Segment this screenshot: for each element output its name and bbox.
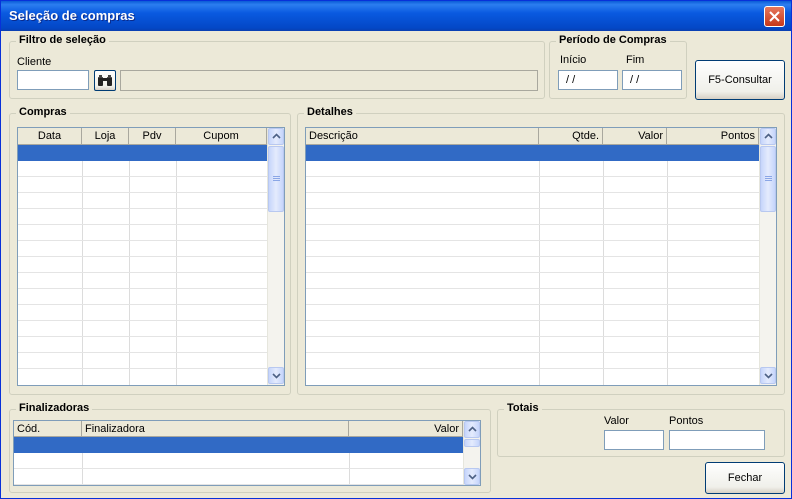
table-row[interactable]	[18, 241, 267, 257]
inicio-label: Início	[560, 54, 587, 66]
scroll-thumb[interactable]	[760, 146, 776, 212]
table-row[interactable]	[14, 453, 463, 469]
cliente-input[interactable]	[17, 70, 89, 90]
periodo-group: Período de Compras Início Fim	[549, 34, 687, 99]
fim-label: Fim	[626, 54, 645, 66]
consultar-button[interactable]: F5-Consultar	[695, 60, 785, 100]
scroll-up-button[interactable]	[268, 128, 284, 145]
table-row[interactable]	[306, 289, 759, 305]
table-row[interactable]	[306, 337, 759, 353]
chevron-up-icon	[764, 133, 773, 139]
compras-header: Data Loja Pdv Cupom	[18, 128, 267, 145]
col-valor[interactable]: Valor	[603, 128, 667, 145]
table-row[interactable]	[18, 353, 267, 369]
chevron-up-icon	[272, 133, 281, 139]
table-row[interactable]	[306, 225, 759, 241]
col-valor[interactable]: Valor	[349, 421, 463, 437]
table-row[interactable]	[306, 273, 759, 289]
table-row[interactable]	[306, 353, 759, 369]
totais-group: Totais Valor Pontos	[497, 402, 785, 457]
table-row[interactable]	[306, 161, 759, 177]
pontos-label: Pontos	[669, 415, 704, 427]
cliente-name-display	[120, 70, 538, 91]
compras-group: Compras Data Loja Pdv Cupom	[9, 106, 291, 395]
table-row[interactable]	[306, 209, 759, 225]
table-row[interactable]	[306, 177, 759, 193]
table-row[interactable]	[18, 305, 267, 321]
selecao-compras-window: Seleção de compras Filtro de seleção Cli…	[0, 0, 792, 499]
detalhes-grid[interactable]: Descrição Qtde. Valor Pontos	[305, 127, 777, 386]
cliente-label: Cliente	[17, 56, 52, 68]
fim-date-input[interactable]	[622, 70, 682, 90]
table-row[interactable]	[18, 177, 267, 193]
finalizadoras-group: Finalizadoras Cód. Finalizadora Valor	[9, 402, 491, 493]
close-icon	[769, 11, 780, 22]
col-qtde[interactable]: Qtde.	[539, 128, 603, 145]
col-finalizadora[interactable]: Finalizadora	[82, 421, 349, 437]
col-loja[interactable]: Loja	[82, 128, 129, 145]
close-button[interactable]	[764, 6, 785, 27]
table-row[interactable]	[306, 257, 759, 273]
fechar-button[interactable]: Fechar	[705, 462, 785, 494]
scroll-down-button[interactable]	[464, 468, 480, 485]
finalizadoras-title: Finalizadoras	[16, 402, 93, 414]
title-bar[interactable]: Seleção de compras	[1, 1, 791, 31]
table-row[interactable]	[306, 305, 759, 321]
totais-title: Totais	[504, 402, 542, 414]
table-row[interactable]	[18, 225, 267, 241]
table-row[interactable]	[18, 289, 267, 305]
valor-label: Valor	[604, 415, 629, 427]
col-cod[interactable]: Cód.	[14, 421, 82, 437]
table-row[interactable]	[18, 337, 267, 353]
table-row[interactable]	[18, 273, 267, 289]
scroll-thumb[interactable]	[464, 439, 480, 447]
table-row[interactable]	[18, 193, 267, 209]
window-title: Seleção de compras	[9, 8, 135, 23]
scroll-down-button[interactable]	[760, 367, 776, 384]
valor-total-field[interactable]	[604, 430, 664, 450]
finalizadoras-grid[interactable]: Cód. Finalizadora Valor	[13, 420, 481, 486]
table-row[interactable]	[18, 161, 267, 177]
col-data[interactable]: Data	[18, 128, 82, 145]
chevron-down-icon	[764, 373, 773, 379]
col-pontos[interactable]: Pontos	[667, 128, 759, 145]
scroll-down-button[interactable]	[268, 367, 284, 384]
detalhes-header: Descrição Qtde. Valor Pontos	[306, 128, 759, 145]
chevron-up-icon	[468, 426, 477, 432]
filtro-group: Filtro de seleção Cliente	[9, 34, 545, 99]
table-row[interactable]	[306, 321, 759, 337]
scroll-up-button[interactable]	[464, 421, 480, 438]
pontos-total-field[interactable]	[669, 430, 765, 450]
table-row-selected[interactable]	[14, 437, 463, 453]
detalhes-scrollbar[interactable]	[759, 128, 776, 385]
finalizadoras-scrollbar[interactable]	[463, 421, 480, 485]
table-row[interactable]	[306, 193, 759, 209]
table-row[interactable]	[18, 257, 267, 273]
table-row-selected[interactable]	[18, 145, 267, 161]
compras-grid[interactable]: Data Loja Pdv Cupom	[17, 127, 285, 386]
table-row[interactable]	[18, 209, 267, 225]
cliente-lookup-button[interactable]	[94, 70, 116, 91]
table-row[interactable]	[306, 241, 759, 257]
col-descricao[interactable]: Descrição	[306, 128, 539, 145]
col-cupom[interactable]: Cupom	[176, 128, 267, 145]
finalizadoras-header: Cód. Finalizadora Valor	[14, 421, 463, 437]
compras-title: Compras	[16, 106, 70, 118]
chevron-down-icon	[272, 373, 281, 379]
inicio-date-input[interactable]	[558, 70, 618, 90]
compras-scrollbar[interactable]	[267, 128, 284, 385]
periodo-title: Período de Compras	[556, 34, 670, 46]
table-row[interactable]	[14, 469, 463, 485]
col-pdv[interactable]: Pdv	[129, 128, 176, 145]
scroll-up-button[interactable]	[760, 128, 776, 145]
chevron-down-icon	[468, 474, 477, 480]
scroll-thumb[interactable]	[268, 146, 284, 212]
detalhes-group: Detalhes Descrição Qtde. Valor Pontos	[297, 106, 785, 395]
detalhes-title: Detalhes	[304, 106, 356, 118]
filtro-title: Filtro de seleção	[16, 34, 109, 46]
binoculars-icon	[98, 74, 112, 86]
table-row-selected[interactable]	[306, 145, 759, 161]
table-row[interactable]	[18, 321, 267, 337]
